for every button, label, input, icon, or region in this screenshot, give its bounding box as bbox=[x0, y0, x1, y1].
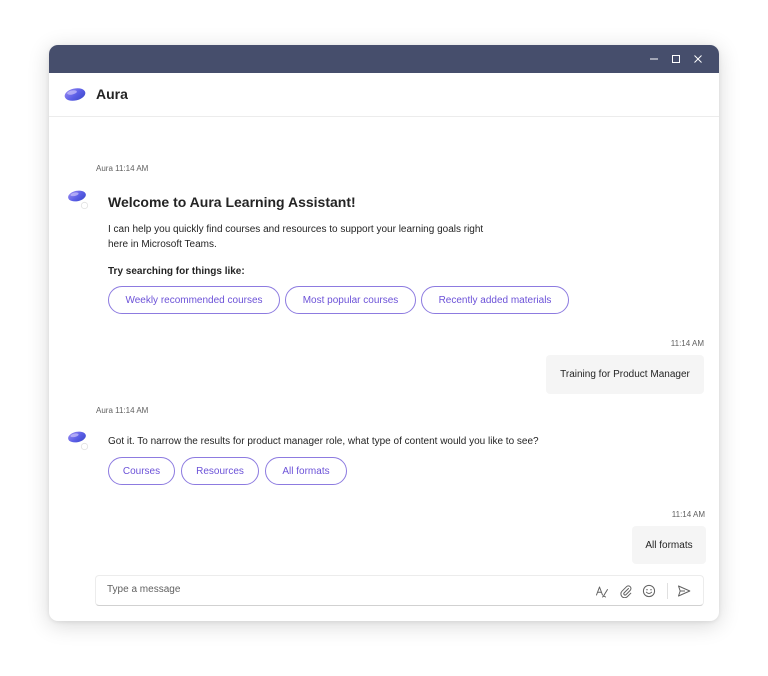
send-icon[interactable] bbox=[677, 584, 691, 598]
bot-message-text: Got it. To narrow the results for produc… bbox=[108, 436, 539, 447]
app-title: Aura bbox=[96, 86, 128, 102]
welcome-body-line-2: here in Microsoft Teams. bbox=[108, 239, 217, 250]
suggestion-prompt: Try searching for things like: bbox=[108, 266, 245, 277]
welcome-body-line-1: I can help you quickly find courses and … bbox=[108, 224, 484, 235]
welcome-heading: Welcome to Aura Learning Assistant! bbox=[108, 194, 356, 210]
message-input[interactable] bbox=[107, 584, 407, 595]
message-meta: Aura 11:14 AM bbox=[96, 406, 148, 415]
message-author: Aura bbox=[96, 164, 113, 173]
chip-most-popular-courses[interactable]: Most popular courses bbox=[285, 286, 416, 314]
app-window: Aura Aura 11:14 AM Welcome to Aura Learn… bbox=[49, 45, 719, 621]
maximize-icon[interactable] bbox=[668, 51, 684, 67]
chip-courses[interactable]: Courses bbox=[108, 457, 175, 485]
bot-avatar-icon bbox=[68, 190, 89, 210]
user-message: Training for Product Manager bbox=[546, 355, 704, 394]
attach-icon[interactable] bbox=[619, 584, 633, 598]
minimize-icon[interactable] bbox=[646, 51, 662, 67]
toolbar-divider bbox=[667, 583, 668, 599]
chip-recently-added-materials[interactable]: Recently added materials bbox=[421, 286, 569, 314]
chip-all-formats[interactable]: All formats bbox=[265, 457, 347, 485]
app-header: Aura bbox=[49, 73, 719, 117]
message-time: 11:14 AM bbox=[671, 510, 705, 519]
chip-resources[interactable]: Resources bbox=[181, 457, 259, 485]
chip-weekly-recommended-courses[interactable]: Weekly recommended courses bbox=[108, 286, 280, 314]
message-time: 11:14 AM bbox=[115, 164, 149, 173]
message-author: Aura bbox=[96, 406, 113, 415]
close-icon[interactable] bbox=[690, 51, 706, 67]
emoji-icon[interactable] bbox=[642, 584, 656, 598]
message-time: 11:14 AM bbox=[670, 339, 704, 348]
user-message: All formats bbox=[632, 526, 706, 564]
message-composer bbox=[95, 575, 704, 606]
title-bar bbox=[49, 45, 719, 73]
format-icon[interactable] bbox=[595, 584, 609, 598]
message-time: 11:14 AM bbox=[115, 406, 149, 415]
message-meta: Aura 11:14 AM bbox=[96, 164, 148, 173]
aura-logo-icon bbox=[64, 88, 86, 101]
bot-avatar-icon bbox=[68, 431, 89, 451]
